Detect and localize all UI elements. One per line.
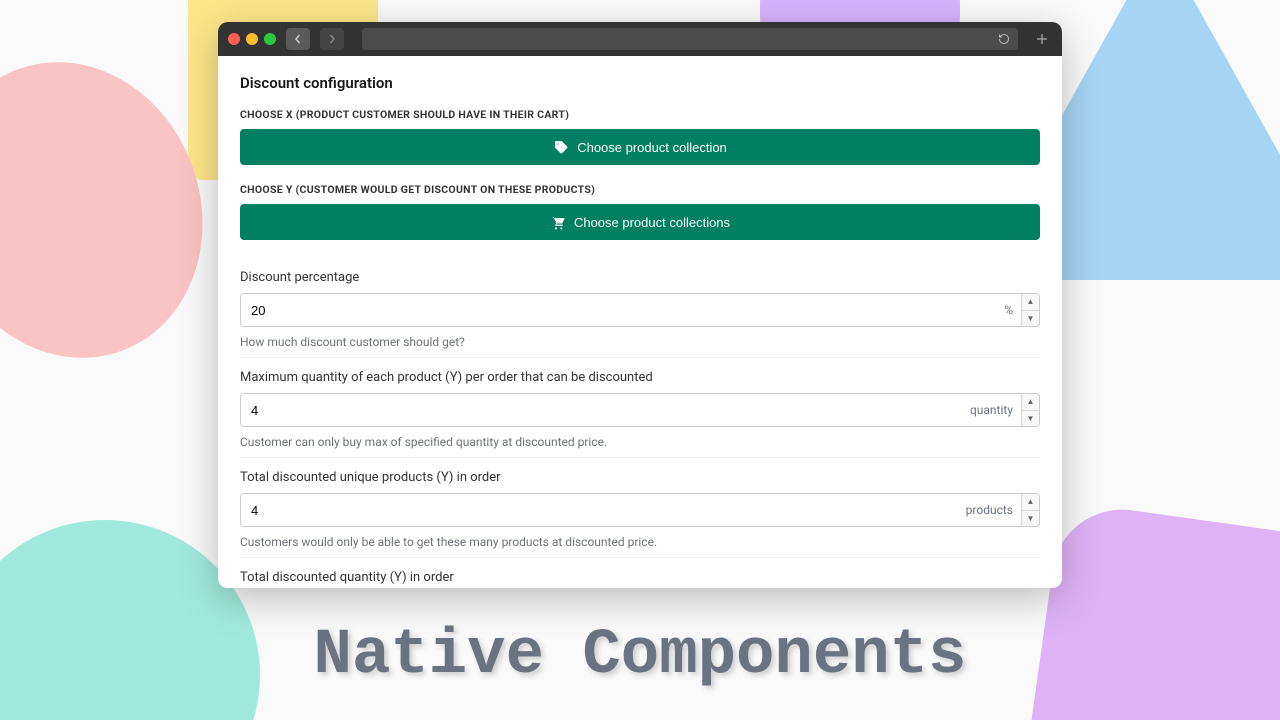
discount-percentage-input-row: % ▲ ▼ — [240, 293, 1040, 327]
discount-percentage-input[interactable] — [241, 294, 996, 326]
unique-products-input-row: products ▲ ▼ — [240, 493, 1040, 527]
address-bar[interactable] — [362, 28, 1018, 50]
tag-icon — [553, 139, 569, 155]
browser-window: Discount configuration CHOOSE X (PRODUCT… — [218, 22, 1062, 588]
max-quantity-hint: Customer can only buy max of specified q… — [240, 435, 1040, 449]
max-quantity-suffix: quantity — [962, 394, 1021, 426]
stepper-up-icon[interactable]: ▲ — [1022, 394, 1039, 411]
window-close-icon[interactable] — [228, 33, 240, 45]
browser-titlebar — [218, 22, 1062, 56]
choose-x-label: CHOOSE X (PRODUCT CUSTOMER SHOULD HAVE I… — [240, 108, 1040, 121]
max-quantity-label: Maximum quantity of each product (Y) per… — [240, 370, 1040, 385]
window-minimize-icon[interactable] — [246, 33, 258, 45]
unique-products-suffix: products — [958, 494, 1021, 526]
new-tab-button[interactable] — [1032, 29, 1052, 49]
max-quantity-input-row: quantity ▲ ▼ — [240, 393, 1040, 427]
field-total-quantity: Total discounted quantity (Y) in order p… — [240, 557, 1040, 588]
choose-y-button-label: Choose product collections — [574, 215, 730, 230]
discount-percentage-label: Discount percentage — [240, 270, 1040, 285]
field-discount-percentage: Discount percentage % ▲ ▼ How much disco… — [240, 258, 1040, 357]
choose-x-button-label: Choose product collection — [577, 140, 727, 155]
unique-products-hint: Customers would only be able to get thes… — [240, 535, 1040, 549]
discount-percentage-stepper: ▲ ▼ — [1021, 294, 1039, 326]
choose-y-label: CHOOSE Y (CUSTOMER WOULD GET DISCOUNT ON… — [240, 183, 1040, 196]
max-quantity-stepper: ▲ ▼ — [1021, 394, 1039, 426]
nav-back-button[interactable] — [286, 28, 310, 50]
cart-icon — [550, 214, 566, 230]
field-unique-products: Total discounted unique products (Y) in … — [240, 457, 1040, 557]
page-title: Discount configuration — [240, 74, 1040, 92]
unique-products-input[interactable] — [241, 494, 958, 526]
reload-icon[interactable] — [998, 33, 1010, 45]
max-quantity-input[interactable] — [241, 394, 962, 426]
choose-y-button[interactable]: Choose product collections — [240, 204, 1040, 240]
stepper-up-icon[interactable]: ▲ — [1022, 494, 1039, 511]
stepper-up-icon[interactable]: ▲ — [1022, 294, 1039, 311]
stepper-down-icon[interactable]: ▼ — [1022, 511, 1039, 527]
field-max-quantity: Maximum quantity of each product (Y) per… — [240, 357, 1040, 457]
window-maximize-icon[interactable] — [264, 33, 276, 45]
discount-percentage-hint: How much discount customer should get? — [240, 335, 1040, 349]
nav-forward-button[interactable] — [320, 28, 344, 50]
choose-x-button[interactable]: Choose product collection — [240, 129, 1040, 165]
total-quantity-label: Total discounted quantity (Y) in order — [240, 570, 1040, 585]
stepper-down-icon[interactable]: ▼ — [1022, 311, 1039, 327]
footer-caption: Native Components — [0, 620, 1280, 692]
page-content: Discount configuration CHOOSE X (PRODUCT… — [218, 56, 1062, 588]
unique-products-stepper: ▲ ▼ — [1021, 494, 1039, 526]
unique-products-label: Total discounted unique products (Y) in … — [240, 470, 1040, 485]
stepper-down-icon[interactable]: ▼ — [1022, 411, 1039, 427]
discount-percentage-suffix: % — [996, 294, 1021, 326]
